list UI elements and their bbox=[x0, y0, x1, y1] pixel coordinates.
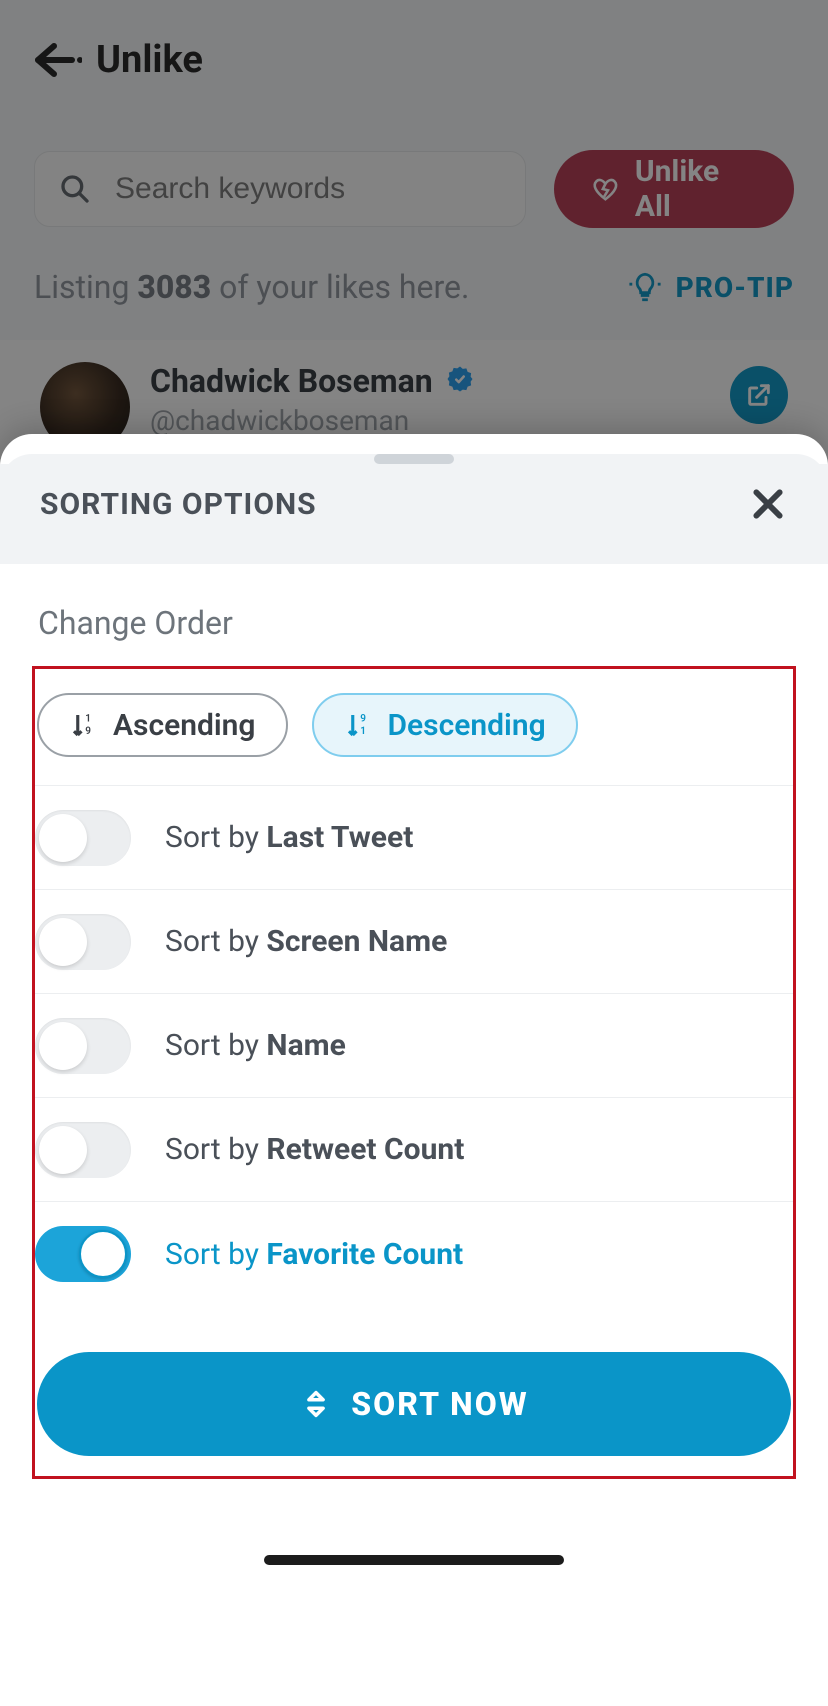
sort-option-row: Sort by Last Tweet bbox=[35, 786, 793, 890]
sort-option-row: Sort by Name bbox=[35, 994, 793, 1098]
descending-chip[interactable]: 9 1 Descending bbox=[312, 693, 578, 757]
highlight-box: 1 9 Ascending 9 1 Descending bbox=[32, 666, 796, 1479]
sort-option-toggle[interactable] bbox=[35, 914, 131, 970]
order-chips: 1 9 Ascending 9 1 Descending bbox=[37, 693, 791, 785]
ascending-label: Ascending bbox=[113, 708, 256, 743]
sort-descending-icon: 9 1 bbox=[344, 710, 374, 740]
sort-option-row: Sort by Favorite Count bbox=[35, 1202, 793, 1306]
sort-option-label: Sort by Retweet Count bbox=[165, 1132, 464, 1167]
close-button[interactable] bbox=[748, 484, 788, 524]
sorting-sheet: SORTING OPTIONS Change Order 1 9 Asce bbox=[0, 434, 828, 1706]
sort-option-label: Sort by Last Tweet bbox=[165, 820, 413, 855]
svg-text:1: 1 bbox=[360, 726, 366, 737]
svg-text:9: 9 bbox=[85, 726, 91, 737]
sheet-drag-handle[interactable] bbox=[374, 454, 454, 464]
sort-option-toggle[interactable] bbox=[35, 1226, 131, 1282]
ascending-chip[interactable]: 1 9 Ascending bbox=[37, 693, 288, 757]
descending-label: Descending bbox=[388, 708, 546, 743]
home-indicator bbox=[264, 1555, 564, 1565]
svg-text:1: 1 bbox=[85, 713, 91, 724]
sort-options-list: Sort by Last Tweet Sort by Screen Name Sor… bbox=[35, 785, 793, 1306]
sort-now-button[interactable]: SORT NOW bbox=[37, 1352, 791, 1456]
sort-icon bbox=[299, 1387, 333, 1421]
sort-now-label: SORT NOW bbox=[351, 1385, 528, 1423]
close-icon bbox=[748, 484, 788, 524]
sort-option-toggle[interactable] bbox=[35, 1018, 131, 1074]
sort-option-toggle[interactable] bbox=[35, 1122, 131, 1178]
change-order-label: Change Order bbox=[38, 604, 796, 642]
sort-option-row: Sort by Screen Name bbox=[35, 890, 793, 994]
sort-ascending-icon: 1 9 bbox=[69, 710, 99, 740]
sort-option-label: Sort by Name bbox=[165, 1028, 346, 1063]
sort-option-label: Sort by Favorite Count bbox=[165, 1237, 463, 1272]
sort-option-row: Sort by Retweet Count bbox=[35, 1098, 793, 1202]
sort-option-label: Sort by Screen Name bbox=[165, 924, 447, 959]
svg-text:9: 9 bbox=[360, 713, 366, 724]
sort-option-toggle[interactable] bbox=[35, 810, 131, 866]
sheet-title: SORTING OPTIONS bbox=[40, 487, 317, 522]
